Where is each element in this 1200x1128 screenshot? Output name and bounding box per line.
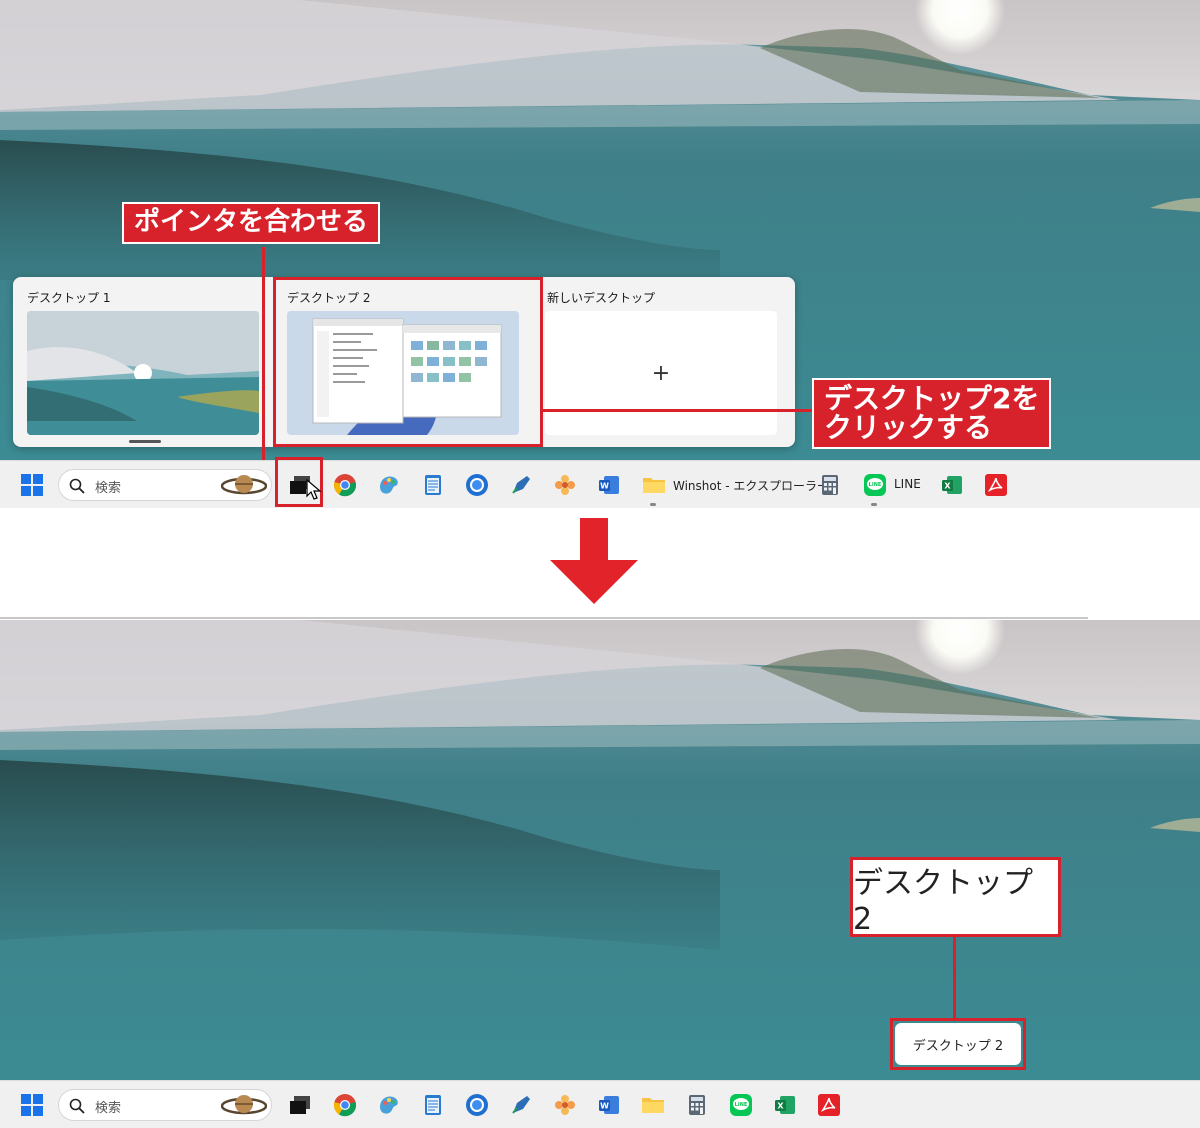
search-placeholder: 検索 — [95, 481, 122, 496]
svg-text:X: X — [944, 482, 951, 491]
new-desktop-button[interactable]: + — [545, 311, 777, 435]
acrobat-icon[interactable] — [982, 471, 1010, 499]
search-icon — [69, 478, 85, 494]
new-desktop-title: 新しいデスクトップ — [547, 291, 656, 305]
notepad-icon[interactable] — [419, 471, 447, 499]
callout-pointer-text: ポインタを合わせる — [134, 207, 369, 237]
desktop-switch-toast: デスクトップ 2 — [895, 1023, 1021, 1065]
connector-line-pointer-v — [262, 247, 265, 465]
svg-text:X: X — [777, 1102, 784, 1111]
plus-icon: + — [651, 360, 671, 386]
line-running-indicator — [871, 503, 877, 506]
chrome-icon[interactable] — [331, 471, 359, 499]
pen-icon[interactable] — [507, 471, 535, 499]
desktop-1-title: デスクトップ 1 — [27, 291, 111, 305]
separator-line — [0, 617, 1088, 619]
virtual-desktop-1[interactable]: デスクトップ 1 — [13, 277, 271, 447]
pen-icon[interactable] — [507, 1091, 535, 1119]
search-icon — [69, 1098, 85, 1114]
thunderbird-icon[interactable] — [463, 1091, 491, 1119]
explorer-running-indicator — [650, 503, 656, 506]
taskbar-top: 検索 W Winshot - エクスプローラー LINE LINE X — [0, 457, 1200, 508]
flower-app-icon[interactable] — [551, 471, 579, 499]
svg-text:W: W — [600, 482, 609, 491]
notepad-icon[interactable] — [419, 1091, 447, 1119]
planet-icon — [221, 1095, 267, 1115]
word-icon[interactable]: W — [595, 1091, 623, 1119]
top-panel: デスクトップ 1 デスクトップ 2 新しいデスクトップ + ポインタを合わせる … — [0, 0, 1200, 508]
start-icon[interactable] — [18, 471, 46, 499]
excel-icon[interactable]: X — [938, 471, 966, 499]
svg-text:W: W — [600, 1102, 609, 1111]
word-icon[interactable]: W — [595, 471, 623, 499]
folder-icon[interactable] — [639, 1091, 667, 1119]
down-arrow-icon — [550, 518, 638, 604]
desktop-name-large: デスクトップ 2 — [853, 865, 1033, 937]
connector-line-click — [543, 409, 815, 412]
planet-icon — [221, 475, 267, 495]
calculator-icon[interactable] — [816, 471, 844, 499]
bottom-panel: デスクトップ 2 デスクトップ 2 検索 W LINE X — [0, 620, 1200, 1128]
svg-text:LINE: LINE — [735, 1102, 748, 1108]
callout-click-line-2: クリックする — [824, 411, 993, 445]
paint-icon[interactable] — [375, 1091, 403, 1119]
flower-app-icon[interactable] — [551, 1091, 579, 1119]
new-desktop[interactable]: 新しいデスクトップ + — [533, 277, 791, 447]
line-icon[interactable]: LINE — [727, 1091, 755, 1119]
highlight-desktop-2 — [273, 277, 543, 447]
chrome-icon[interactable] — [331, 1091, 359, 1119]
desktop-switch-toast-text: デスクトップ 2 — [912, 1038, 1004, 1054]
folder-icon[interactable] — [640, 471, 668, 499]
acrobat-icon[interactable] — [815, 1091, 843, 1119]
thunderbird-icon[interactable] — [463, 471, 491, 499]
connector-line-name — [953, 937, 956, 1019]
line-icon[interactable]: LINE — [861, 471, 889, 499]
svg-text:LINE: LINE — [869, 482, 882, 488]
callout-click-line-1: デスクトップ2を — [824, 382, 1040, 415]
search-placeholder: 検索 — [95, 1101, 122, 1116]
callout-pointer: ポインタを合わせる — [122, 202, 381, 244]
desktop-wallpaper-2 — [0, 620, 1200, 1080]
active-indicator — [129, 440, 161, 443]
desktop-1-thumbnail[interactable] — [27, 311, 259, 435]
mouse-cursor-icon — [306, 479, 322, 500]
paint-icon[interactable] — [375, 471, 403, 499]
line-label[interactable]: LINE — [894, 477, 921, 491]
task-view-icon[interactable] — [286, 1091, 314, 1119]
search-input[interactable]: 検索 — [58, 1089, 272, 1121]
taskbar-bottom: 検索 W LINE X — [0, 1080, 1200, 1128]
callout-click: デスクトップ2を クリックする — [812, 378, 1052, 449]
search-input[interactable]: 検索 — [58, 469, 272, 501]
excel-icon[interactable]: X — [771, 1091, 799, 1119]
start-icon[interactable] — [18, 1091, 46, 1119]
calculator-icon[interactable] — [683, 1091, 711, 1119]
explorer-label[interactable]: Winshot - エクスプローラー — [673, 477, 829, 494]
